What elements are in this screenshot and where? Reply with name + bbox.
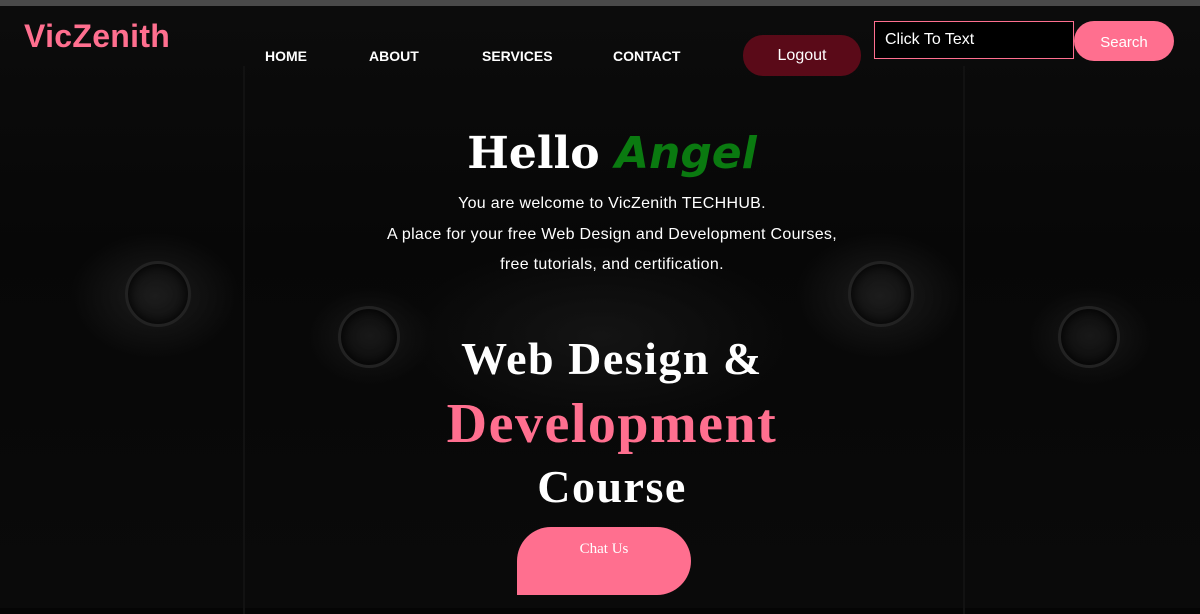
search-input[interactable] (874, 21, 1074, 59)
search-button[interactable]: Search (1074, 21, 1174, 61)
site-logo[interactable]: VicZenith (24, 18, 170, 55)
chat-us-button[interactable]: Chat Us (517, 527, 691, 595)
user-name: Angel (614, 128, 757, 179)
greeting-heading: Hello Angel (0, 128, 1200, 179)
headline-line-2: Development (446, 393, 778, 455)
nav-item-services[interactable]: SERVICES (482, 48, 553, 64)
intro-line: You are welcome to VicZenith TECHHUB. (458, 195, 766, 212)
headline-line-1: Web Design & (461, 333, 763, 384)
intro-line: A place for your free Web Design and Dev… (387, 226, 837, 243)
headline-line-3: Course (537, 461, 687, 512)
intro-line: free tutorials, and certification. (500, 256, 724, 273)
nav-item-home[interactable]: HOME (265, 48, 307, 64)
logout-button[interactable]: Logout (743, 35, 861, 76)
hero-background-image (0, 6, 1200, 614)
nav-item-about[interactable]: ABOUT (369, 48, 419, 64)
nav-item-contact[interactable]: CONTACT (613, 48, 680, 64)
greeting-text: Hello (467, 128, 600, 179)
